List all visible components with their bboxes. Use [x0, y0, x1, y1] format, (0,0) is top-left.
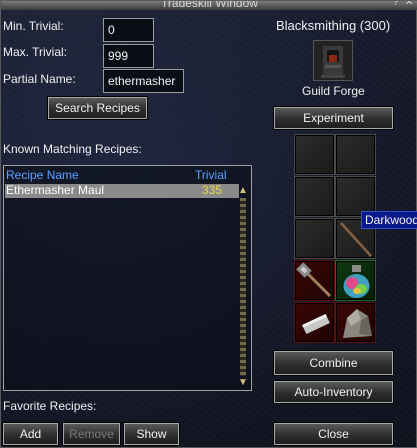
search-recipes-button[interactable]: Search Recipes — [47, 96, 148, 120]
title-bar[interactable]: Tradeskill Window ? ✕ — [1, 1, 417, 10]
scroll-down-icon[interactable]: ▼ — [237, 376, 249, 390]
tradeskill-window: Tradeskill Window ? ✕ Min. Trivial: 0 Ma… — [0, 0, 417, 448]
combine-button[interactable]: Combine — [273, 350, 394, 376]
partial-name-label: Partial Name: — [3, 72, 76, 86]
recipe-list-scrollbar[interactable]: ▲ ▼ — [237, 184, 249, 390]
potion-flask-icon — [343, 265, 370, 298]
recipe-trivial-cell: 335 — [202, 183, 223, 197]
container-slot-3[interactable] — [294, 176, 335, 217]
experiment-button[interactable]: Experiment — [273, 106, 394, 130]
scroll-up-icon[interactable]: ▲ — [237, 184, 249, 198]
container-slot-7[interactable] — [294, 260, 335, 301]
container-icon — [313, 40, 353, 81]
min-trivial-label: Min. Trivial: — [3, 19, 64, 33]
container-slot-5[interactable] — [294, 218, 335, 259]
metal-bar-icon — [302, 313, 330, 335]
known-recipes-label: Known Matching Recipes: — [3, 142, 142, 156]
recipe-name-cell: Ethermasher Maul — [6, 183, 105, 197]
recipe-list[interactable]: Recipe Name Trivial Ethermasher Maul 335… — [3, 165, 252, 391]
window-title: Tradeskill Window — [161, 1, 258, 10]
auto-inventory-button[interactable]: Auto-Inventory — [273, 380, 394, 404]
container-name: Guild Forge — [302, 84, 365, 98]
skill-name: Blacksmithing (300) — [276, 18, 391, 33]
container-slot-2[interactable] — [335, 134, 376, 175]
max-trivial-field[interactable]: 999 — [103, 44, 154, 68]
container-slot-8[interactable] — [335, 260, 376, 301]
container-slot-10[interactable] — [335, 302, 376, 343]
show-favorites-button[interactable]: Show — [123, 422, 180, 446]
ore-rock-icon — [343, 309, 372, 338]
column-header-recipe-name[interactable]: Recipe Name — [6, 168, 79, 182]
item-tooltip: Darkwood — [361, 211, 417, 229]
remove-favorite-button[interactable]: Remove — [62, 422, 121, 446]
partial-name-field[interactable]: ethermasher — [103, 69, 184, 93]
help-icon[interactable]: ? — [393, 1, 399, 9]
table-row[interactable]: Ethermasher Maul 335 — [5, 183, 239, 198]
max-trivial-label: Max. Trivial: — [3, 45, 68, 59]
close-button[interactable]: Close — [273, 422, 394, 446]
container-slot-1[interactable] — [294, 134, 335, 175]
close-icon[interactable]: ✕ — [405, 1, 413, 9]
maul-icon — [296, 262, 332, 298]
favorite-recipes-label: Favorite Recipes: — [3, 399, 97, 413]
column-header-trivial[interactable]: Trivial — [195, 168, 227, 182]
container-slot-9[interactable] — [294, 302, 335, 343]
min-trivial-field[interactable]: 0 — [103, 18, 154, 42]
scroll-track[interactable] — [240, 198, 246, 376]
add-favorite-button[interactable]: Add — [2, 422, 59, 446]
